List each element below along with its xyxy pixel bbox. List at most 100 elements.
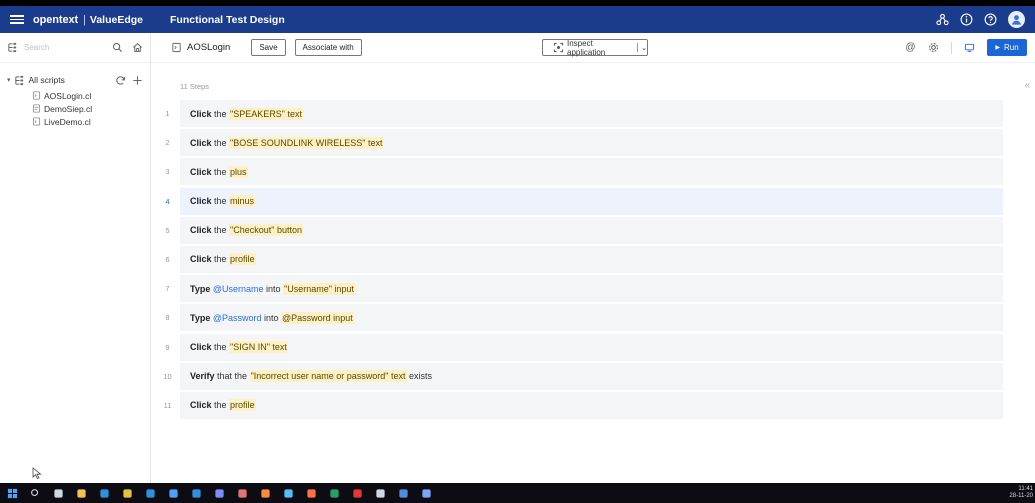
script-item-label: DemoSiep.cl bbox=[44, 103, 93, 114]
edge-icon[interactable] bbox=[98, 487, 111, 500]
hamburger-menu-icon[interactable] bbox=[10, 15, 24, 24]
step-target-object[interactable]: profile bbox=[229, 399, 256, 412]
help-icon[interactable] bbox=[984, 13, 997, 26]
sidebar: ▾ All scripts AOSLogin.cl DemoSiep.cl Li… bbox=[0, 33, 151, 483]
settings-icon[interactable] bbox=[928, 42, 939, 53]
step-row[interactable]: 6 Click the profile bbox=[155, 245, 1003, 273]
step-row[interactable]: 7 Type @Username into "Username" input bbox=[155, 275, 1003, 303]
inspect-application-button[interactable]: Inspect application ⌄ bbox=[542, 38, 648, 57]
step-row[interactable]: 10 Verify that the "Incorrect user name o… bbox=[155, 362, 1003, 390]
step-text[interactable]: Type @Password into @Password input bbox=[180, 304, 1003, 332]
step-number: 5 bbox=[165, 225, 170, 235]
step-text[interactable]: Type @Username into "Username" input bbox=[180, 275, 1003, 303]
step-row[interactable]: 3 Click the plus bbox=[155, 158, 1003, 186]
app-icon[interactable] bbox=[144, 487, 157, 500]
clock-date: 28-11-20 bbox=[1009, 493, 1033, 499]
file-explorer-icon[interactable] bbox=[75, 487, 88, 500]
excel-icon[interactable] bbox=[328, 487, 341, 500]
tree-view-icon[interactable] bbox=[7, 42, 18, 53]
step-parameter[interactable]: @Password bbox=[213, 313, 262, 323]
run-label: Run bbox=[1003, 43, 1019, 52]
chrome-icon[interactable] bbox=[121, 487, 134, 500]
app-icon[interactable] bbox=[236, 487, 249, 500]
chevron-down-icon[interactable]: ▾ bbox=[7, 76, 11, 84]
step-keyword: Type bbox=[190, 312, 211, 323]
app-icon[interactable] bbox=[351, 487, 364, 500]
step-text[interactable]: Click the "BOSE SOUNDLINK WIRELESS" text bbox=[180, 129, 1003, 157]
step-parameter[interactable]: @Username bbox=[213, 284, 264, 294]
product-name: ValueEdge bbox=[89, 13, 144, 26]
steps-count: 11 Steps bbox=[180, 82, 210, 91]
refresh-icon[interactable] bbox=[115, 75, 126, 86]
app-window: opentext | ValueEdge Functional Test Des… bbox=[0, 6, 1035, 483]
run-button[interactable]: ▶ Run bbox=[987, 39, 1027, 56]
step-target-object[interactable]: "Username" input bbox=[283, 282, 355, 295]
inspect-icon bbox=[553, 42, 564, 53]
app-icon[interactable] bbox=[213, 487, 226, 500]
home-icon[interactable] bbox=[132, 42, 143, 53]
script-item-livedemo[interactable]: LiveDemo.cl bbox=[0, 115, 150, 128]
save-button[interactable]: Save bbox=[251, 39, 286, 56]
top-header: opentext | ValueEdge Functional Test Des… bbox=[0, 6, 1035, 33]
step-text[interactable]: Click the plus bbox=[180, 158, 1003, 186]
step-text[interactable]: Click the profile bbox=[180, 245, 1003, 273]
taskbar-clock[interactable]: 11:41 28-11-20 bbox=[1009, 486, 1033, 500]
app-icon[interactable] bbox=[305, 487, 318, 500]
step-target-object[interactable]: "BOSE SOUNDLINK WIRELESS" text bbox=[229, 136, 384, 149]
info-icon[interactable] bbox=[960, 13, 973, 26]
step-number: 1 bbox=[165, 109, 170, 118]
search-input[interactable] bbox=[24, 43, 99, 52]
device-icon[interactable] bbox=[964, 42, 975, 53]
step-target-object[interactable]: minus bbox=[229, 195, 256, 208]
step-number: 10 bbox=[163, 371, 172, 381]
step-text[interactable]: Click the "Checkout" button bbox=[180, 216, 1003, 244]
step-text[interactable]: Click the "SPEAKERS" text bbox=[180, 100, 1003, 127]
step-target-object[interactable]: "Checkout" button bbox=[229, 224, 303, 237]
add-script-icon[interactable] bbox=[132, 75, 143, 86]
search-icon[interactable] bbox=[29, 487, 42, 500]
user-avatar-icon[interactable] bbox=[1008, 11, 1025, 28]
firefox-icon[interactable] bbox=[259, 487, 272, 500]
chevron-down-icon[interactable]: ⌄ bbox=[641, 44, 647, 52]
inspect-application-label: Inspect application bbox=[567, 38, 606, 57]
step-row[interactable]: 5 Click the "Checkout" button bbox=[155, 216, 1003, 244]
step-keyword: Click bbox=[190, 400, 212, 411]
step-row[interactable]: 1 Click the "SPEAKERS" text bbox=[155, 100, 1003, 127]
script-item-demosiep[interactable]: DemoSiep.cl bbox=[0, 102, 150, 115]
step-target-object[interactable]: "Incorrect user name or password" text bbox=[249, 370, 407, 383]
step-row[interactable]: 9 Click the "SIGN IN" text bbox=[155, 333, 1003, 361]
search-icon[interactable] bbox=[112, 42, 123, 53]
step-keyword: Click bbox=[190, 254, 212, 265]
step-row[interactable]: 4 Click the minus bbox=[155, 187, 1003, 215]
app-icon[interactable] bbox=[167, 487, 180, 500]
task-view-icon[interactable] bbox=[52, 487, 65, 500]
step-connector-text: the bbox=[211, 254, 230, 265]
app-icon[interactable] bbox=[420, 487, 433, 500]
collapse-panel-icon[interactable]: « bbox=[1024, 80, 1030, 91]
app-icon[interactable] bbox=[397, 487, 410, 500]
step-row[interactable]: 11 Click the profile bbox=[155, 391, 1003, 419]
step-target-object[interactable]: @Password input bbox=[281, 311, 354, 324]
app-icon[interactable] bbox=[190, 487, 203, 500]
step-target-object[interactable]: profile bbox=[229, 253, 256, 266]
script-item-aoslogin[interactable]: AOSLogin.cl bbox=[0, 89, 150, 102]
app-icon[interactable] bbox=[282, 487, 295, 500]
network-icon[interactable] bbox=[936, 13, 949, 26]
step-text[interactable]: Click the "SIGN IN" text bbox=[180, 333, 1003, 361]
step-text[interactable]: Verify that the "Incorrect user name or … bbox=[180, 362, 1003, 390]
step-keyword: Click bbox=[190, 196, 212, 207]
step-row[interactable]: 8 Type @Password into @Password input bbox=[155, 304, 1003, 332]
all-scripts-node[interactable]: ▾ All scripts bbox=[0, 71, 150, 89]
app-icon[interactable] bbox=[374, 487, 387, 500]
step-target-object[interactable]: plus bbox=[229, 165, 248, 178]
script-name: AOSLogin bbox=[187, 42, 231, 53]
step-target-object[interactable]: "SPEAKERS" text bbox=[229, 107, 303, 120]
step-target-object[interactable]: "SIGN IN" text bbox=[229, 341, 288, 353]
windows-start-icon[interactable] bbox=[6, 487, 19, 500]
step-text[interactable]: Click the profile bbox=[180, 391, 1003, 419]
step-row[interactable]: 2 Click the "BOSE SOUNDLINK WIRELESS" tex… bbox=[155, 129, 1003, 157]
associate-with-button[interactable]: Associate with bbox=[294, 39, 362, 56]
tree-view-icon bbox=[14, 75, 25, 86]
at-parameter-icon[interactable]: @ bbox=[905, 42, 916, 53]
step-text[interactable]: Click the minus bbox=[180, 187, 1003, 215]
